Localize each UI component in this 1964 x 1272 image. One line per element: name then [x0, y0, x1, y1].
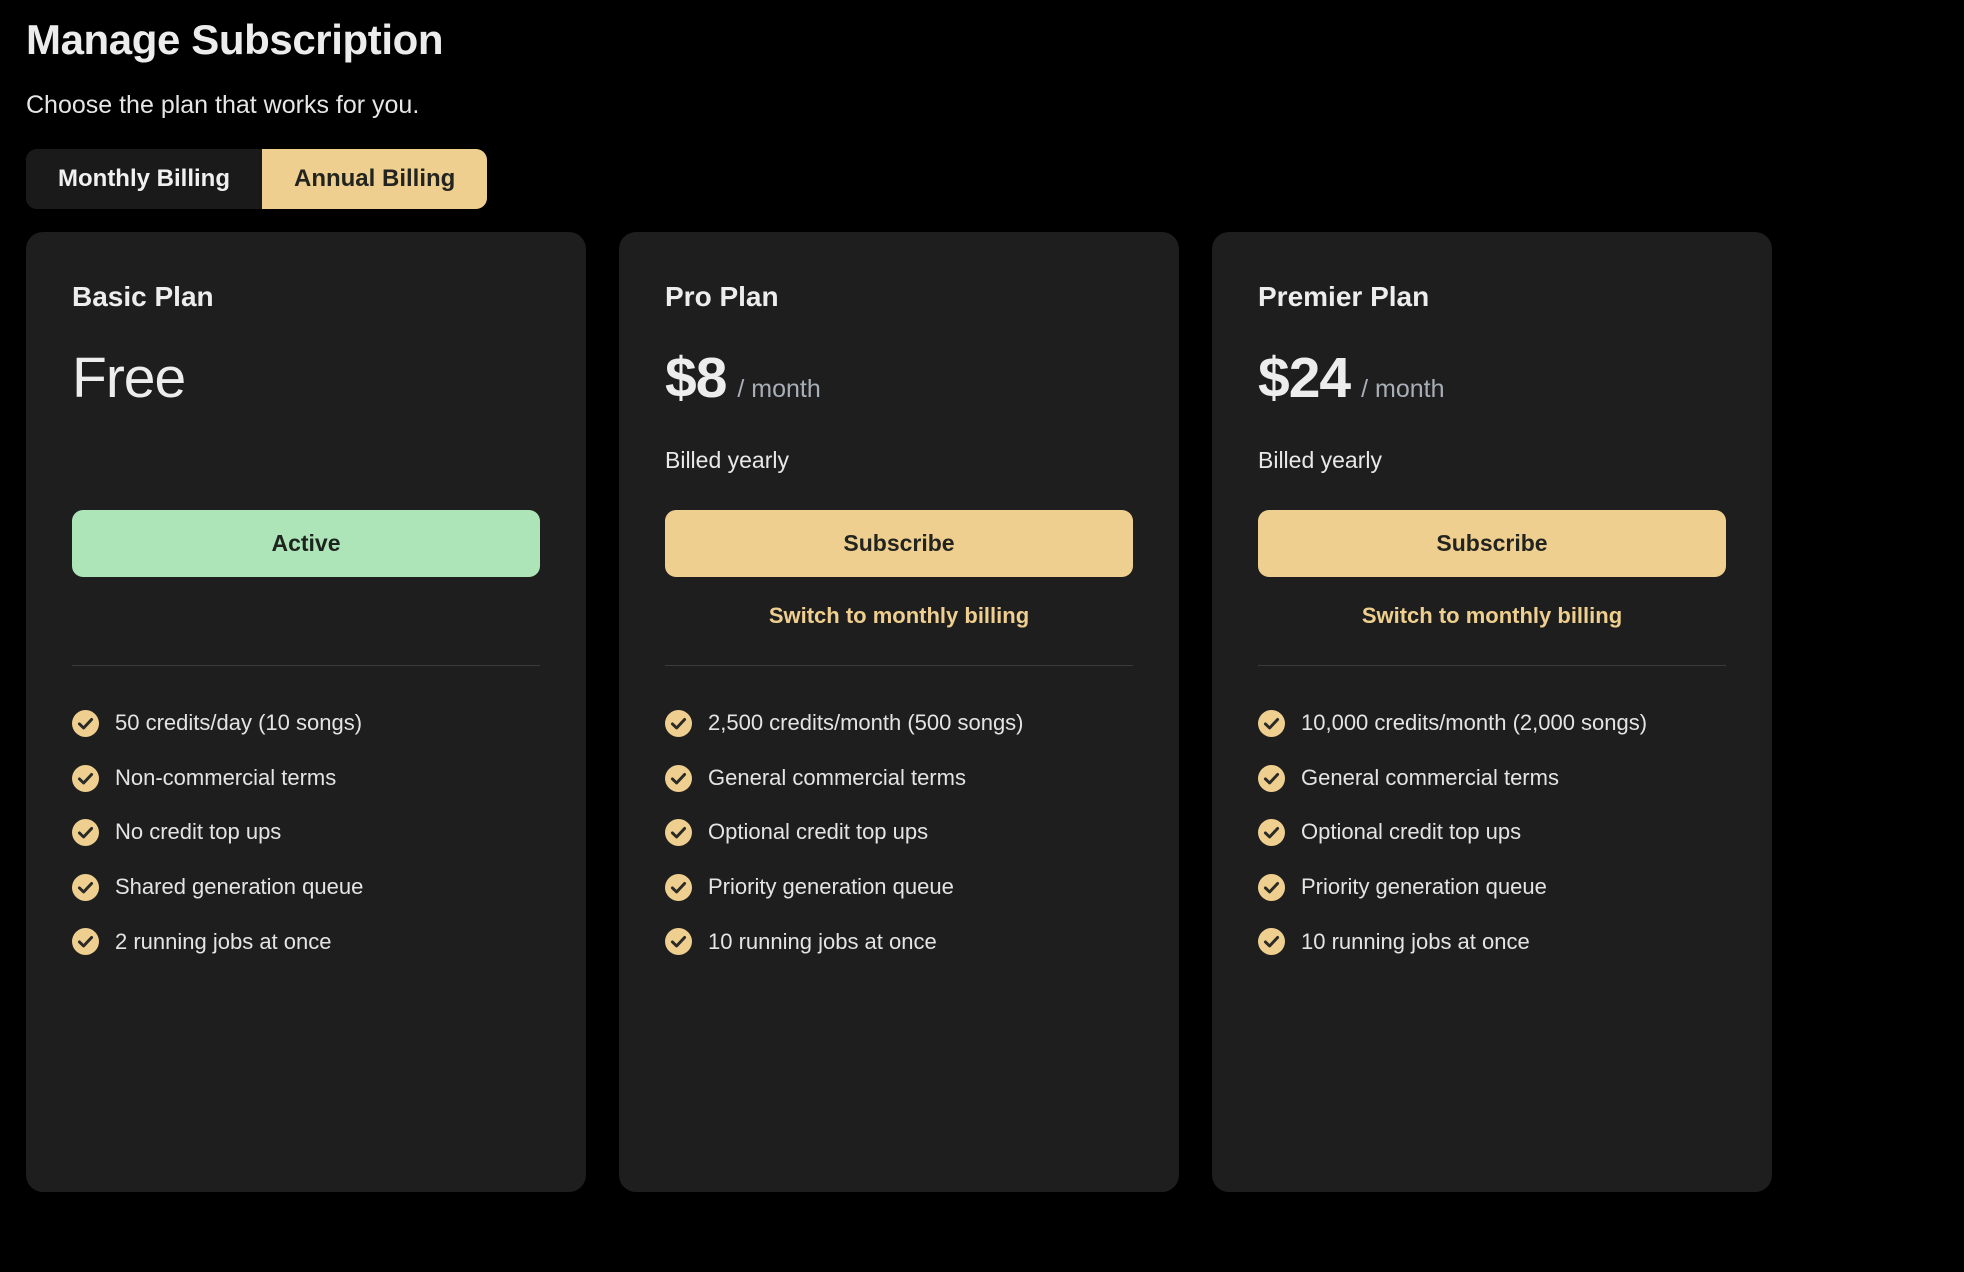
- plan-billed-note: Billed yearly: [665, 446, 1133, 476]
- plan-price-amount: $8: [665, 350, 726, 407]
- feature-label: General commercial terms: [708, 764, 966, 793]
- plan-billed-note: Billed yearly: [1258, 446, 1726, 476]
- check-circle-icon: [665, 710, 708, 737]
- feature-label: Optional credit top ups: [708, 818, 928, 847]
- plan-price-period: / month: [737, 377, 820, 402]
- switch-billing-link[interactable]: Switch to monthly billing: [665, 602, 1133, 631]
- feature-label: Priority generation queue: [1301, 873, 1547, 902]
- plan-name: Pro Plan: [665, 280, 1133, 314]
- switch-billing-link[interactable]: Switch to monthly billing: [1258, 602, 1726, 631]
- page-subtitle: Choose the plan that works for you.: [26, 89, 1964, 122]
- page-title: Manage Subscription: [26, 14, 1964, 67]
- check-circle-icon: [1258, 765, 1301, 792]
- check-circle-icon: [1258, 819, 1301, 846]
- check-circle-icon: [72, 819, 115, 846]
- check-circle-icon: [72, 765, 115, 792]
- plan-cta-wrap: Subscribe: [1258, 510, 1726, 578]
- feature-item: General commercial terms: [665, 751, 1133, 806]
- feature-label: 2 running jobs at once: [115, 928, 332, 957]
- plan-card-pro: Pro Plan $8 / month Billed yearly Subscribe S…: [619, 232, 1179, 1192]
- plan-price-amount: $24: [1258, 350, 1350, 407]
- plan-cta-wrap: Subscribe: [665, 510, 1133, 578]
- plan-card-premier: Premier Plan $24 / month Billed yearly Subsc…: [1212, 232, 1772, 1192]
- plan-subscribe-button[interactable]: Subscribe: [665, 510, 1133, 578]
- check-circle-icon: [1258, 874, 1301, 901]
- check-circle-icon: [72, 874, 115, 901]
- plan-name: Premier Plan: [1258, 280, 1726, 314]
- check-circle-icon: [72, 928, 115, 955]
- subscription-page: Manage Subscription Choose the plan that…: [0, 0, 1964, 1272]
- feature-label: Optional credit top ups: [1301, 818, 1521, 847]
- plan-name: Basic Plan: [72, 280, 540, 314]
- feature-item: Optional credit top ups: [1258, 805, 1726, 860]
- toggle-monthly-billing[interactable]: Monthly Billing: [26, 149, 262, 209]
- plan-price-row: Free: [72, 350, 540, 412]
- check-circle-icon: [1258, 710, 1301, 737]
- feature-item: 10,000 credits/month (2,000 songs): [1258, 696, 1726, 751]
- check-circle-icon: [1258, 928, 1301, 955]
- feature-label: Priority generation queue: [708, 873, 954, 902]
- plan-price-period: / month: [1361, 377, 1444, 402]
- feature-label: 10 running jobs at once: [1301, 928, 1530, 957]
- check-circle-icon: [665, 765, 708, 792]
- check-circle-icon: [72, 710, 115, 737]
- check-circle-icon: [665, 819, 708, 846]
- feature-label: Non-commercial terms: [115, 764, 336, 793]
- feature-item: 50 credits/day (10 songs): [72, 696, 540, 751]
- feature-label: 10 running jobs at once: [708, 928, 937, 957]
- feature-item: No credit top ups: [72, 805, 540, 860]
- feature-label: 10,000 credits/month (2,000 songs): [1301, 709, 1647, 738]
- plan-feature-list: 10,000 credits/month (2,000 songs) Genera…: [1258, 666, 1726, 969]
- feature-item: 10 running jobs at once: [1258, 915, 1726, 970]
- feature-label: Shared generation queue: [115, 873, 363, 902]
- plan-feature-list: 2,500 credits/month (500 songs) General c…: [665, 666, 1133, 969]
- feature-label: No credit top ups: [115, 818, 281, 847]
- check-circle-icon: [665, 928, 708, 955]
- feature-label: 2,500 credits/month (500 songs): [708, 709, 1024, 738]
- plan-price-row: $8 / month: [665, 350, 1133, 412]
- feature-item: Shared generation queue: [72, 860, 540, 915]
- plan-price-amount: Free: [72, 350, 185, 407]
- plan-price-row: $24 / month: [1258, 350, 1726, 412]
- plan-feature-list: 50 credits/day (10 songs) Non-commercial …: [72, 666, 540, 969]
- plan-billed-note: [72, 446, 540, 476]
- feature-item: General commercial terms: [1258, 751, 1726, 806]
- feature-item: Priority generation queue: [665, 860, 1133, 915]
- check-circle-icon: [665, 874, 708, 901]
- feature-label: General commercial terms: [1301, 764, 1559, 793]
- feature-item: 10 running jobs at once: [665, 915, 1133, 970]
- feature-item: 2,500 credits/month (500 songs): [665, 696, 1133, 751]
- feature-item: Priority generation queue: [1258, 860, 1726, 915]
- page-header: Manage Subscription Choose the plan that…: [0, 0, 1964, 121]
- plan-cards-row: Basic Plan Free Active 50 credits/day (10 s…: [26, 232, 1964, 1192]
- plan-cta-wrap: Active: [72, 510, 540, 578]
- feature-item: Non-commercial terms: [72, 751, 540, 806]
- feature-item: 2 running jobs at once: [72, 915, 540, 970]
- toggle-annual-billing[interactable]: Annual Billing: [262, 149, 487, 209]
- billing-cycle-toggle[interactable]: Monthly Billing Annual Billing: [26, 149, 487, 209]
- feature-label: 50 credits/day (10 songs): [115, 709, 362, 738]
- plan-active-button[interactable]: Active: [72, 510, 540, 578]
- plan-subscribe-button[interactable]: Subscribe: [1258, 510, 1726, 578]
- feature-item: Optional credit top ups: [665, 805, 1133, 860]
- plan-card-basic: Basic Plan Free Active 50 credits/day (10 s…: [26, 232, 586, 1192]
